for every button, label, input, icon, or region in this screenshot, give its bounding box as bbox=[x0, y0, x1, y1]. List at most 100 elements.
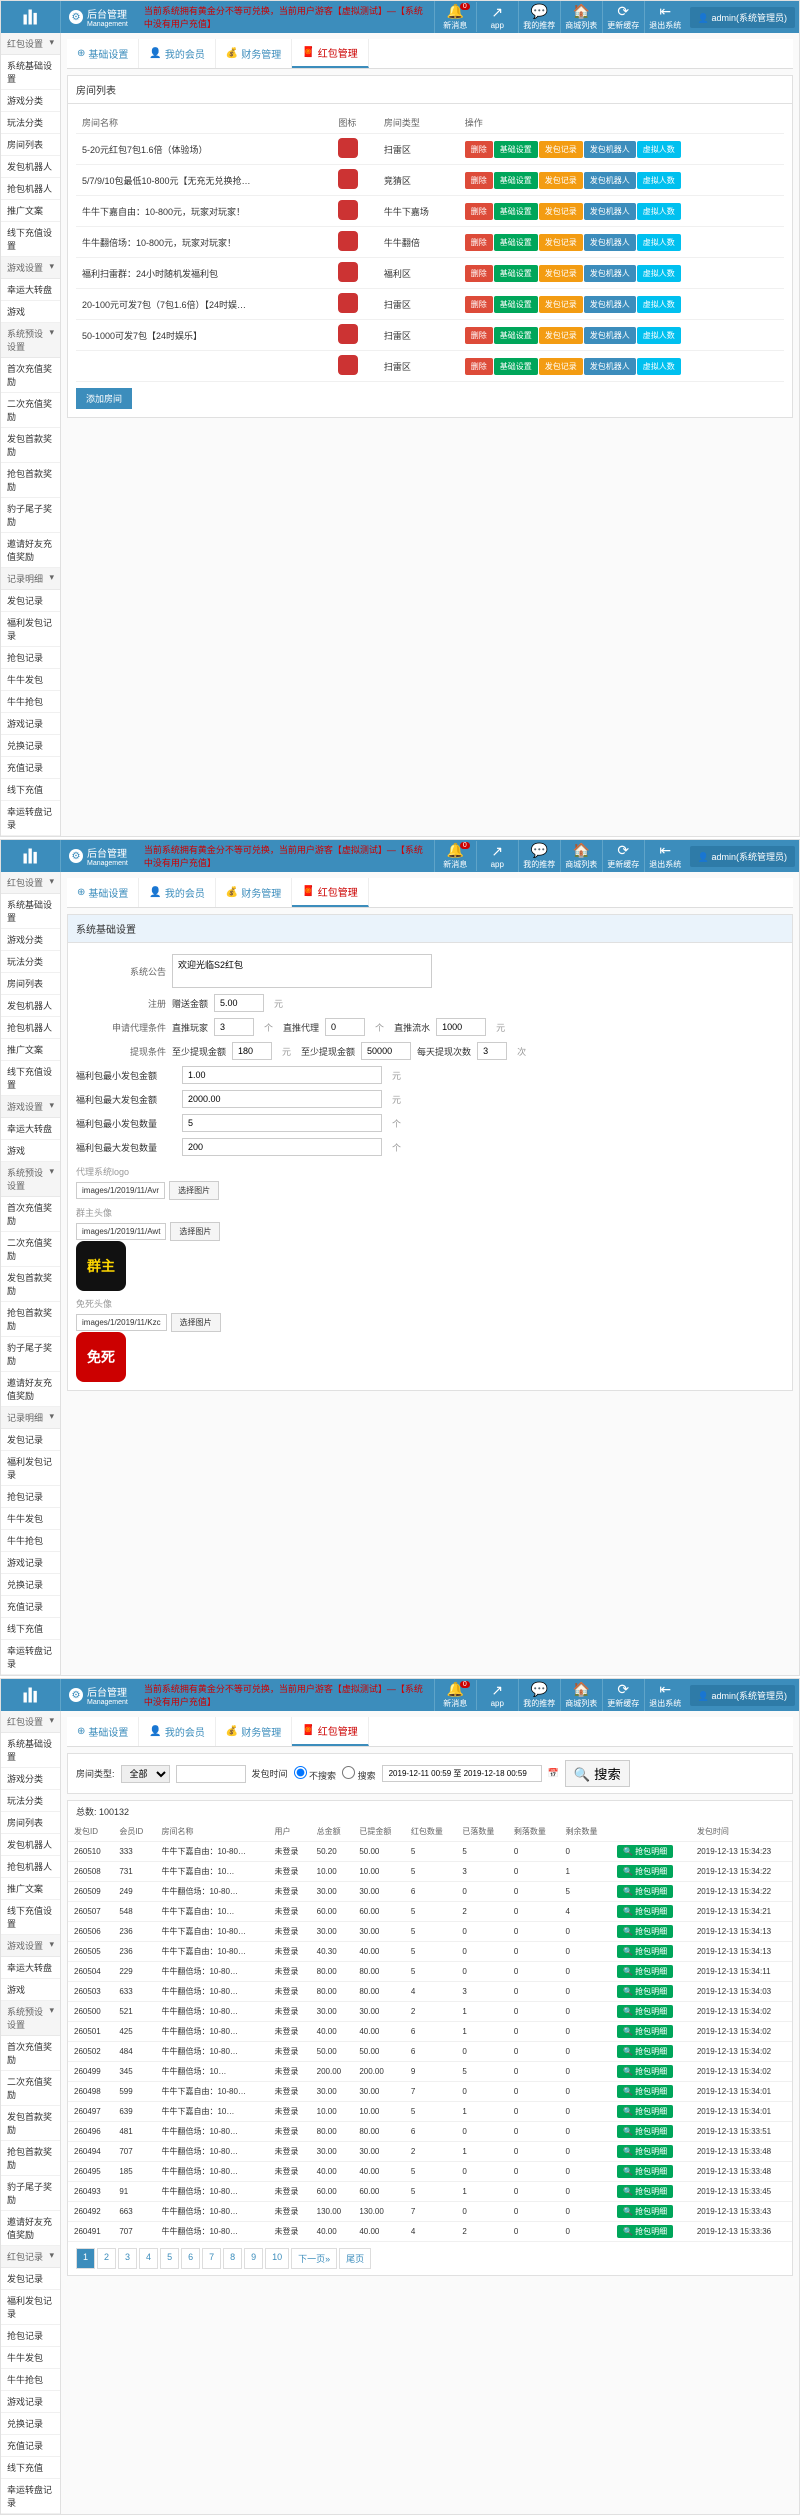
sidebar-item[interactable]: 二次充值奖励 bbox=[1, 393, 60, 428]
op-button[interactable]: 虚拟人数 bbox=[637, 327, 681, 344]
sidebar-item[interactable]: 推广文案 bbox=[1, 200, 60, 222]
search-button[interactable]: 🔍 搜索 bbox=[565, 1760, 630, 1787]
filter-keyword-input[interactable] bbox=[176, 1765, 246, 1783]
tab-2[interactable]: 💰 财务管理 bbox=[216, 1717, 292, 1746]
detail-button[interactable]: 🔍 抢包明细 bbox=[617, 1845, 673, 1858]
op-button[interactable]: 基础设置 bbox=[494, 203, 538, 220]
op-button[interactable]: 基础设置 bbox=[494, 234, 538, 251]
op-button[interactable]: 发包记录 bbox=[539, 172, 583, 189]
select-image-button[interactable]: 选择图片 bbox=[170, 1222, 220, 1241]
sidebar-item[interactable]: 玩法分类 bbox=[1, 1790, 60, 1812]
op-button[interactable]: 基础设置 bbox=[494, 327, 538, 344]
op-button[interactable]: 发包记录 bbox=[539, 265, 583, 282]
op-button[interactable]: 虚拟人数 bbox=[637, 203, 681, 220]
sidebar-item[interactable]: 房间列表 bbox=[1, 1812, 60, 1834]
sidebar-item[interactable]: 幸运大转盘 bbox=[1, 1118, 60, 1140]
direct-flow-input[interactable] bbox=[436, 1018, 486, 1036]
exit-icon[interactable]: ⇤退出系统 bbox=[644, 1, 686, 33]
detail-button[interactable]: 🔍 抢包明细 bbox=[617, 2145, 673, 2158]
chat-icon[interactable]: 💬我的推荐 bbox=[518, 840, 560, 872]
fuli-min-qty-input[interactable] bbox=[182, 1114, 382, 1132]
sidebar-item[interactable]: 发包机器人 bbox=[1, 1834, 60, 1856]
sidebar-item[interactable]: 游戏 bbox=[1, 1140, 60, 1162]
sidebar-group[interactable]: 红包设置▾ bbox=[1, 1711, 60, 1733]
sidebar-group[interactable]: 记录明细▾ bbox=[1, 568, 60, 590]
sidebar-item[interactable]: 牛牛发包 bbox=[1, 2347, 60, 2369]
refresh-icon[interactable]: ⟳更新缓存 bbox=[602, 840, 644, 872]
sidebar-item[interactable]: 抢包机器人 bbox=[1, 1856, 60, 1878]
sidebar-item[interactable]: 游戏分类 bbox=[1, 1768, 60, 1790]
op-button[interactable]: 发包记录 bbox=[539, 327, 583, 344]
bell-icon[interactable]: 🔔新消息0 bbox=[434, 840, 476, 872]
sidebar-item[interactable]: 豹子尾子奖励 bbox=[1, 498, 60, 533]
op-button[interactable]: 发包记录 bbox=[539, 296, 583, 313]
sidebar-group[interactable]: 游戏设置▾ bbox=[1, 257, 60, 279]
sidebar-item[interactable]: 抢包首款奖励 bbox=[1, 463, 60, 498]
detail-button[interactable]: 🔍 抢包明细 bbox=[617, 1985, 673, 1998]
op-button[interactable]: 基础设置 bbox=[494, 358, 538, 375]
detail-button[interactable]: 🔍 抢包明细 bbox=[617, 1945, 673, 1958]
sidebar-item[interactable]: 二次充值奖励 bbox=[1, 2071, 60, 2106]
op-button[interactable]: 发包记录 bbox=[539, 203, 583, 220]
tab-2[interactable]: 💰 财务管理 bbox=[216, 878, 292, 907]
share-icon[interactable]: ↗app bbox=[476, 1680, 518, 1710]
op-button[interactable]: 删除 bbox=[465, 172, 493, 189]
op-button[interactable]: 发包机器人 bbox=[584, 358, 636, 375]
tab-2[interactable]: 💰 财务管理 bbox=[216, 39, 292, 68]
detail-button[interactable]: 🔍 抢包明细 bbox=[617, 2085, 673, 2098]
select-image-button[interactable]: 选择图片 bbox=[169, 1181, 219, 1200]
detail-button[interactable]: 🔍 抢包明细 bbox=[617, 2205, 673, 2218]
sidebar-item[interactable]: 首次充值奖励 bbox=[1, 358, 60, 393]
detail-button[interactable]: 🔍 抢包明细 bbox=[617, 2005, 673, 2018]
sidebar-item[interactable]: 幸运转盘记录 bbox=[1, 2479, 60, 2514]
op-button[interactable]: 发包机器人 bbox=[584, 172, 636, 189]
sidebar-item[interactable]: 发包首款奖励 bbox=[1, 1267, 60, 1302]
sidebar-group[interactable]: 系统预设设置▾ bbox=[1, 1162, 60, 1197]
detail-button[interactable]: 🔍 抢包明细 bbox=[617, 2065, 673, 2078]
detail-button[interactable]: 🔍 抢包明细 bbox=[617, 2125, 673, 2138]
page-link[interactable]: 3 bbox=[118, 2248, 137, 2269]
sidebar-item[interactable]: 牛牛抢包 bbox=[1, 691, 60, 713]
tab-3[interactable]: 🧧 红包管理 bbox=[292, 39, 368, 68]
detail-button[interactable]: 🔍 抢包明细 bbox=[617, 2045, 673, 2058]
tab-3[interactable]: 🧧 红包管理 bbox=[292, 878, 368, 907]
page-link[interactable]: 7 bbox=[202, 2248, 221, 2269]
detail-button[interactable]: 🔍 抢包明细 bbox=[617, 1885, 673, 1898]
detail-button[interactable]: 🔍 抢包明细 bbox=[617, 1905, 673, 1918]
sidebar-item[interactable]: 充值记录 bbox=[1, 757, 60, 779]
sidebar-item[interactable]: 房间列表 bbox=[1, 973, 60, 995]
sidebar-item[interactable]: 游戏分类 bbox=[1, 90, 60, 112]
sidebar-item[interactable]: 线下充值 bbox=[1, 1618, 60, 1640]
sidebar-item[interactable]: 发包记录 bbox=[1, 590, 60, 612]
add-room-button[interactable]: 添加房间 bbox=[76, 388, 132, 409]
sidebar-item[interactable]: 二次充值奖励 bbox=[1, 1232, 60, 1267]
search-radio[interactable]: 搜索 bbox=[342, 1766, 376, 1782]
sidebar-item[interactable]: 发包机器人 bbox=[1, 156, 60, 178]
op-button[interactable]: 删除 bbox=[465, 234, 493, 251]
sidebar-item[interactable]: 抢包首款奖励 bbox=[1, 1302, 60, 1337]
bell-icon[interactable]: 🔔新消息0 bbox=[434, 1, 476, 33]
fuli-max-amt-input[interactable] bbox=[182, 1090, 382, 1108]
select-image-button[interactable]: 选择图片 bbox=[171, 1313, 221, 1332]
sidebar-item[interactable]: 游戏记录 bbox=[1, 713, 60, 735]
calendar-icon[interactable]: 📅 bbox=[548, 1768, 559, 1779]
op-button[interactable]: 发包记录 bbox=[539, 234, 583, 251]
exit-icon[interactable]: ⇤退出系统 bbox=[644, 840, 686, 872]
tab-3[interactable]: 🧧 红包管理 bbox=[292, 1717, 368, 1746]
page-link[interactable]: 下一页» bbox=[291, 2248, 337, 2269]
sidebar-group[interactable]: 游戏设置▾ bbox=[1, 1935, 60, 1957]
sidebar-item[interactable]: 邀请好友充值奖励 bbox=[1, 2211, 60, 2246]
sidebar-item[interactable]: 充值记录 bbox=[1, 1596, 60, 1618]
register-amount-input[interactable] bbox=[214, 994, 264, 1012]
sidebar-item[interactable]: 幸运转盘记录 bbox=[1, 1640, 60, 1675]
sidebar-item[interactable]: 豹子尾子奖励 bbox=[1, 2176, 60, 2211]
home-icon[interactable]: 🏠商城列表 bbox=[560, 840, 602, 872]
sidebar-item[interactable]: 豹子尾子奖励 bbox=[1, 1337, 60, 1372]
share-icon[interactable]: ↗app bbox=[476, 2, 518, 32]
tab-0[interactable]: ⊕ 基础设置 bbox=[67, 39, 139, 68]
op-button[interactable]: 发包记录 bbox=[539, 141, 583, 158]
sidebar-item[interactable]: 抢包记录 bbox=[1, 2325, 60, 2347]
tab-0[interactable]: ⊕ 基础设置 bbox=[67, 1717, 139, 1746]
direct-player-input[interactable] bbox=[214, 1018, 254, 1036]
op-button[interactable]: 删除 bbox=[465, 203, 493, 220]
